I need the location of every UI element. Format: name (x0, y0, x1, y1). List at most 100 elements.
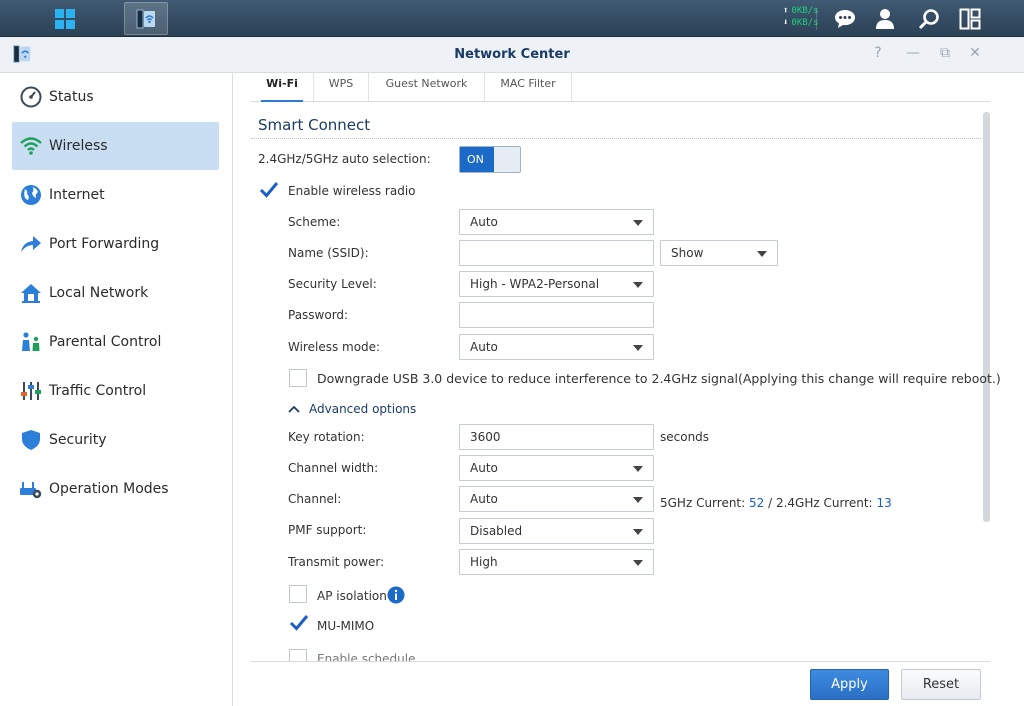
shield-icon (19, 428, 43, 452)
download-speed: 0KB/s (791, 18, 819, 28)
upload-speed: 0KB/s (791, 6, 819, 16)
schedule-checkbox[interactable] (289, 649, 307, 661)
sidebar-item-local-network[interactable]: Local Network (12, 269, 219, 317)
sidebar-item-traffic-control[interactable]: Traffic Control (12, 367, 219, 415)
channel-width-select[interactable]: Auto (459, 455, 654, 481)
main-menu-icon (55, 8, 75, 29)
minimize-icon[interactable]: — (904, 45, 922, 61)
smart-connect-toggle[interactable]: ON (459, 146, 521, 173)
toggle-on-label: ON (460, 147, 494, 172)
caret-down-icon (633, 529, 643, 535)
channel-24g-prefix: / 2.4GHz Current: (764, 496, 873, 510)
taskbar-divider (816, 8, 817, 30)
pmf-label: PMF support: (288, 523, 367, 537)
user-button[interactable] (872, 6, 898, 32)
tab-wifi[interactable]: Wi-Fi (251, 73, 314, 102)
ap-isolation-label: AP isolation (317, 589, 387, 603)
search-icon (918, 9, 939, 30)
key-rotation-label: Key rotation: (288, 430, 365, 444)
arrow-icon (19, 232, 43, 256)
clipped-row: Enable schedule (251, 645, 981, 661)
caret-down-icon (633, 466, 643, 472)
wifi-icon (19, 134, 43, 158)
channel-value: Auto (470, 492, 498, 506)
network-center-taskbar-button[interactable] (124, 2, 168, 35)
scheme-label: Scheme: (288, 215, 341, 229)
channel-select[interactable]: Auto (459, 486, 654, 512)
chat-bubble-icon (835, 10, 855, 28)
main-menu-button[interactable] (43, 2, 87, 35)
sidebar-item-port-forwarding[interactable]: Port Forwarding (12, 220, 219, 268)
pmf-select[interactable]: Disabled (459, 518, 654, 544)
help-icon[interactable]: ? (869, 45, 887, 61)
caret-down-icon (633, 220, 643, 226)
tab-guest-network[interactable]: Guest Network (369, 73, 485, 101)
wireless-mode-label: Wireless mode: (288, 340, 381, 354)
sidebar: Status Wireless Internet Port Forwarding… (0, 73, 233, 706)
sidebar-item-label: Port Forwarding (49, 236, 160, 252)
tab-wps[interactable]: WPS (314, 73, 369, 101)
channel-width-value: Auto (470, 461, 498, 475)
gauge-icon (19, 85, 43, 109)
sidebar-item-security[interactable]: Security (12, 416, 219, 464)
house-icon (19, 281, 43, 305)
pmf-value: Disabled (470, 524, 523, 538)
tab-mac-filter[interactable]: MAC Filter (485, 73, 572, 101)
sidebar-item-label: Operation Modes (49, 481, 169, 497)
mu-mimo-label: MU-MIMO (317, 619, 375, 633)
current-channel-info: 5GHz Current: 52 / 2.4GHz Current: 13 (660, 496, 892, 510)
scrollbar[interactable] (983, 112, 990, 522)
sidebar-item-label: Internet (49, 187, 105, 203)
section-divider (251, 138, 981, 139)
section-title: Smart Connect (258, 116, 371, 134)
key-rotation-value: 3600 (470, 430, 501, 444)
transmit-power-label: Transmit power: (288, 555, 385, 569)
scheme-select[interactable]: Auto (459, 209, 654, 235)
reset-button[interactable]: Reset (901, 669, 981, 700)
wireless-mode-value: Auto (470, 340, 498, 354)
sidebar-item-internet[interactable]: Internet (12, 171, 219, 219)
channel-24g-value: 13 (876, 496, 892, 510)
sidebar-item-label: Status (49, 89, 94, 105)
key-rotation-input[interactable]: 3600 (459, 424, 654, 450)
caret-down-icon (633, 282, 643, 288)
caret-down-icon (633, 560, 643, 566)
widgets-button[interactable] (957, 6, 983, 32)
transmit-power-select[interactable]: High (459, 549, 654, 575)
channel-5g-value: 52 (749, 496, 765, 510)
taskbar: ⬆ 0KB/s ⬇ 0KB/s (0, 0, 1024, 37)
apply-button[interactable]: Apply (810, 669, 889, 700)
transmit-power-value: High (470, 555, 498, 569)
ssid-input[interactable] (459, 240, 654, 266)
info-icon[interactable] (387, 586, 405, 604)
sidebar-item-parental-control[interactable]: Parental Control (12, 318, 219, 366)
enable-radio-checkbox[interactable] (259, 182, 279, 200)
notifications-button[interactable] (832, 6, 858, 32)
user-icon (876, 9, 894, 29)
auto-selection-label: 2.4GHz/5GHz auto selection: (258, 152, 431, 166)
mu-mimo-checkbox[interactable] (289, 615, 309, 633)
ssid-visibility-select[interactable]: Show (660, 240, 778, 266)
password-input[interactable] (459, 302, 654, 328)
sidebar-item-label: Parental Control (49, 334, 162, 350)
channel-5g-prefix: 5GHz Current: (660, 496, 746, 510)
sidebar-item-status[interactable]: Status (12, 73, 219, 121)
sidebar-item-operation-modes[interactable]: Operation Modes (12, 465, 219, 513)
close-icon[interactable]: ✕ (966, 45, 984, 61)
enable-radio-label: Enable wireless radio (288, 184, 416, 198)
tab-bar: Wi-Fi WPS Guest Network MAC Filter (251, 73, 990, 102)
ap-isolation-checkbox[interactable] (289, 585, 307, 603)
wireless-mode-select[interactable]: Auto (459, 334, 654, 360)
security-level-select[interactable]: High - WPA2-Personal (459, 271, 654, 297)
downgrade-usb-checkbox[interactable] (289, 369, 307, 387)
channel-label: Channel: (288, 492, 342, 506)
sidebar-item-wireless[interactable]: Wireless (12, 122, 219, 170)
footer-divider (251, 661, 990, 662)
scheme-value: Auto (470, 215, 498, 229)
maximize-icon[interactable]: ⧉ (936, 45, 954, 61)
search-button[interactable] (916, 6, 942, 32)
security-level-label: Security Level: (288, 277, 377, 291)
advanced-options-toggle[interactable]: Advanced options (288, 402, 416, 416)
widgets-icon (959, 8, 981, 30)
checkmark-icon (259, 182, 279, 198)
